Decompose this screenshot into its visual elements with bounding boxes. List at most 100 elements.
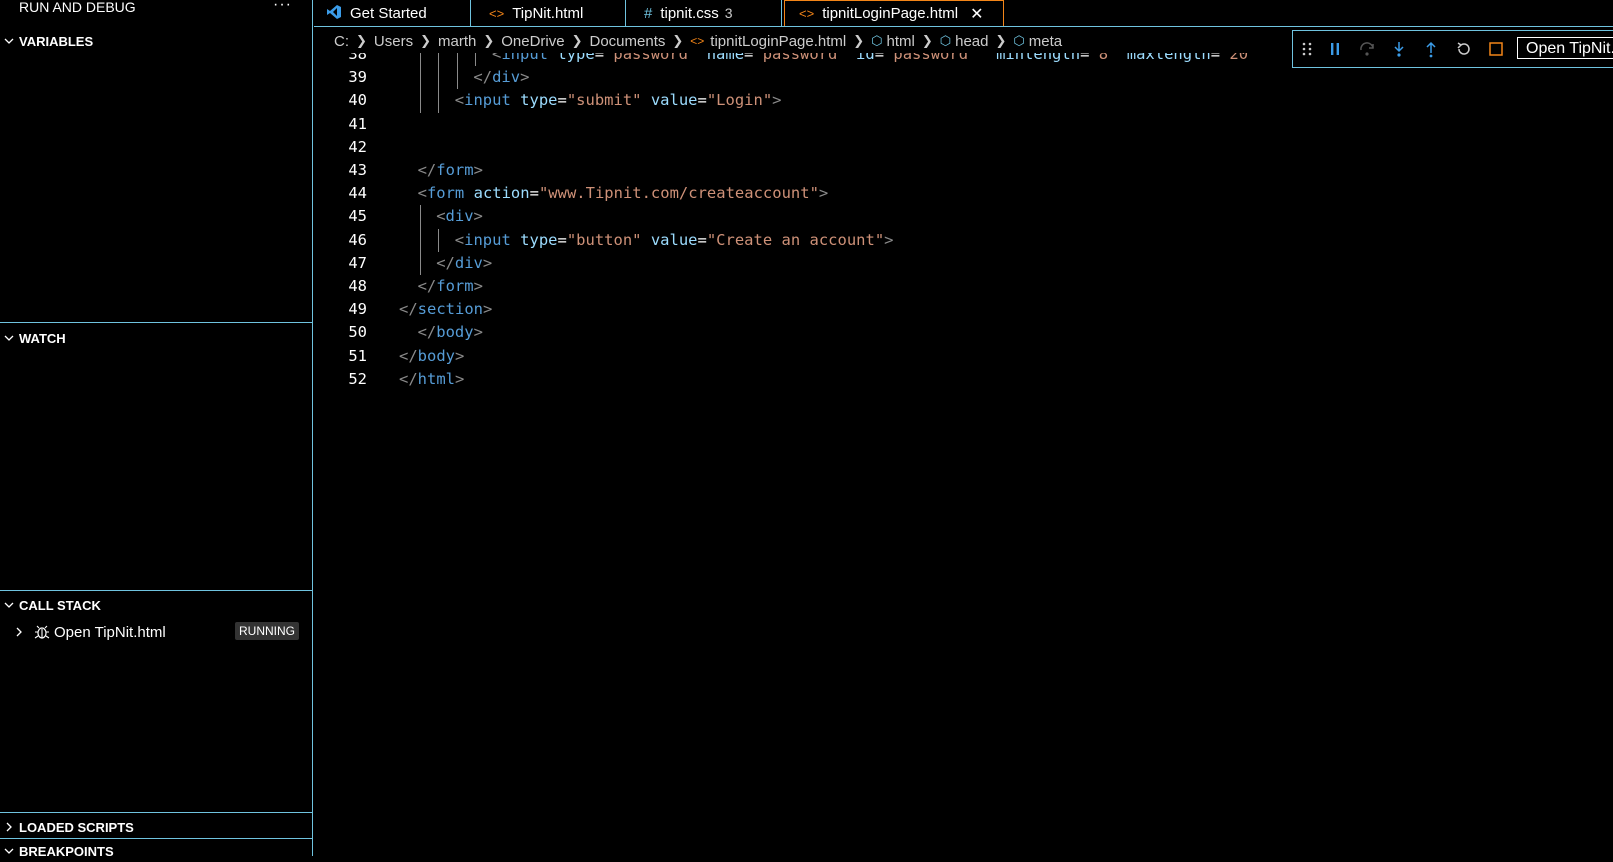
css-hash-icon: # bbox=[644, 4, 653, 22]
variables-label: VARIABLES bbox=[19, 33, 94, 49]
indent-guide bbox=[419, 89, 421, 113]
code-token: body bbox=[417, 346, 455, 365]
code-line[interactable]: 44 <form action="www.Tipnit.com/createacc… bbox=[314, 182, 1613, 205]
html-icon: <> bbox=[690, 34, 705, 48]
breakpoints-label: BREAKPOINTS bbox=[19, 843, 114, 859]
chevron-right-icon: ❯ bbox=[995, 33, 1007, 48]
section-divider bbox=[0, 838, 312, 839]
code-token: < bbox=[454, 230, 465, 249]
breadcrumb-item[interactable]: OneDrive bbox=[501, 33, 564, 50]
close-icon[interactable]: ✕ bbox=[970, 4, 983, 24]
code-line[interactable]: 49 </section> bbox=[314, 298, 1613, 321]
code-line[interactable]: 47 </div> bbox=[314, 251, 1613, 275]
code-token: = bbox=[1080, 53, 1090, 63]
code-line[interactable]: 48 </form> bbox=[314, 275, 1613, 298]
code-text: <input type="button" value="Create an ac… bbox=[455, 229, 894, 252]
code-token: = bbox=[529, 184, 539, 203]
line-number: 41 bbox=[348, 114, 367, 133]
html-icon: <> bbox=[799, 6, 815, 21]
vscode-icon bbox=[326, 4, 342, 23]
code-token: < bbox=[436, 207, 446, 226]
code-line[interactable]: 39 </div> bbox=[314, 66, 1613, 90]
code-token: input bbox=[501, 53, 549, 63]
code-token: > bbox=[455, 346, 465, 365]
restart-icon[interactable] bbox=[1454, 39, 1474, 59]
breadcrumb-item[interactable]: Users bbox=[374, 33, 413, 50]
step-into-icon[interactable] bbox=[1389, 39, 1409, 59]
tab-label: Get Started bbox=[350, 4, 427, 22]
breadcrumb-item[interactable]: C: bbox=[334, 33, 349, 50]
code-token: = bbox=[557, 91, 567, 110]
code-line[interactable]: 40 <input type="submit" value="Login"> bbox=[314, 89, 1613, 113]
code-token: "password" bbox=[604, 53, 698, 63]
indent-guide bbox=[475, 53, 477, 67]
breadcrumb-item[interactable]: html bbox=[887, 33, 915, 50]
tab-tipnit-html[interactable]: <> TipNit.html bbox=[471, 0, 626, 26]
code-token: "button" bbox=[566, 230, 642, 249]
code-line[interactable]: 46 <input type="button" value="Create an … bbox=[314, 228, 1613, 252]
indent-guide bbox=[419, 66, 421, 90]
code-token: html bbox=[417, 369, 455, 388]
code-token: action bbox=[473, 184, 530, 203]
line-number: 40 bbox=[348, 91, 367, 110]
line-number: 42 bbox=[348, 137, 367, 156]
code-line[interactable]: 43 </form> bbox=[314, 159, 1613, 182]
breadcrumb-item[interactable]: head bbox=[955, 33, 988, 50]
code-line[interactable]: 52 </html> bbox=[314, 368, 1613, 391]
line-number: 46 bbox=[348, 230, 367, 249]
launch-config-select[interactable]: Open TipNit.html bbox=[1517, 37, 1613, 59]
tab-tipnitloginpage-html[interactable]: <> tipnitLoginPage.html ✕ bbox=[784, 0, 1004, 26]
indent-guide bbox=[419, 251, 421, 275]
tab-get-started[interactable]: Get Started bbox=[314, 0, 471, 26]
more-actions-icon[interactable]: ··· bbox=[273, 0, 292, 14]
loaded-scripts-section-header[interactable]: LOADED SCRIPTS bbox=[0, 816, 312, 838]
code-token: div bbox=[492, 68, 521, 87]
breadcrumb-item[interactable]: marth bbox=[438, 33, 476, 50]
code-token: div bbox=[445, 207, 474, 226]
code-line[interactable]: 45 <div> bbox=[314, 205, 1613, 229]
code-token: type bbox=[520, 230, 558, 249]
code-line[interactable]: 41 bbox=[314, 113, 1613, 136]
line-number: 43 bbox=[348, 161, 367, 179]
editor-tab-bar: Get Started <> TipNit.html # tipnit.css … bbox=[314, 0, 1613, 27]
drag-handle-icon[interactable] bbox=[1297, 39, 1317, 59]
stop-icon[interactable] bbox=[1486, 39, 1506, 59]
chevron-right-icon: ❯ bbox=[921, 33, 933, 48]
code-token: body bbox=[436, 323, 474, 342]
code-editor[interactable]: 38 <input type="password" name="password"… bbox=[314, 53, 1613, 856]
call-stack-label: CALL STACK bbox=[19, 597, 101, 613]
code-token: minlength bbox=[996, 53, 1081, 63]
watch-section-header[interactable]: WATCH bbox=[0, 327, 312, 349]
code-line[interactable]: 51 </body> bbox=[314, 345, 1613, 368]
code-token: > bbox=[473, 161, 483, 179]
code-token: maxlength bbox=[1126, 53, 1211, 63]
line-number: 48 bbox=[348, 277, 367, 295]
breadcrumb-item[interactable]: tipnitLoginPage.html bbox=[710, 33, 846, 50]
chevron-down-icon bbox=[0, 845, 18, 857]
code-token: "www.Tipnit.com/createaccount" bbox=[538, 184, 819, 203]
indent-guide bbox=[419, 205, 421, 229]
step-out-icon[interactable] bbox=[1421, 39, 1441, 59]
breadcrumb-item[interactable]: meta bbox=[1029, 33, 1062, 50]
variables-section-header[interactable]: VARIABLES bbox=[0, 30, 312, 52]
call-stack-section-header[interactable]: CALL STACK bbox=[0, 594, 312, 616]
code-token: "8" bbox=[1089, 53, 1118, 63]
line-number: 49 bbox=[348, 300, 367, 319]
code-token: section bbox=[417, 300, 483, 319]
step-over-icon[interactable] bbox=[1357, 39, 1377, 59]
breadcrumb-item[interactable]: Documents bbox=[590, 33, 666, 50]
code-line[interactable]: 42 bbox=[314, 136, 1613, 159]
tab-tipnit-css[interactable]: # tipnit.css 3 bbox=[626, 0, 782, 26]
pause-icon[interactable] bbox=[1325, 39, 1345, 59]
breakpoints-section-header[interactable]: BREAKPOINTS bbox=[0, 840, 312, 862]
code-token: = bbox=[874, 53, 885, 63]
indent-guide bbox=[438, 89, 440, 113]
code-token: < bbox=[454, 91, 465, 110]
line-number: 45 bbox=[348, 207, 367, 226]
code-token: > bbox=[455, 369, 465, 388]
chevron-right-icon: ❯ bbox=[483, 33, 495, 48]
code-line[interactable]: 50 </body> bbox=[314, 321, 1613, 344]
